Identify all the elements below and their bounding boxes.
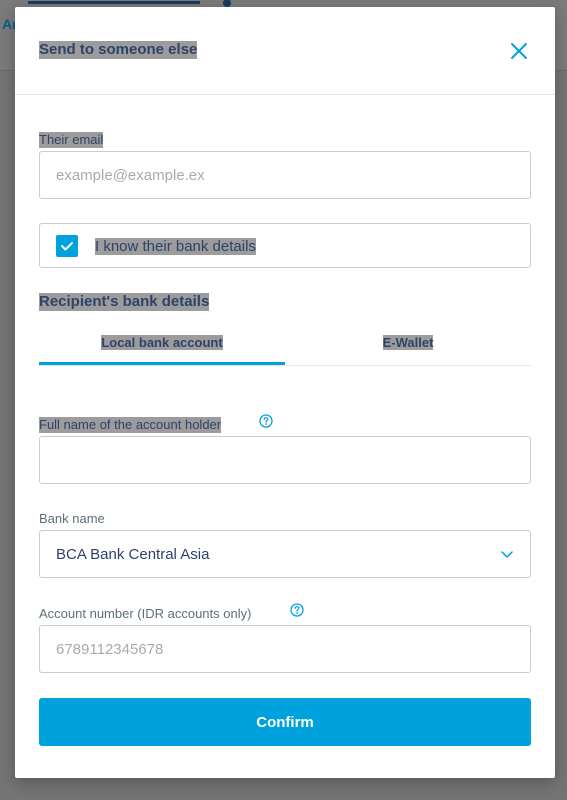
progress-dot bbox=[223, 0, 231, 7]
bank-type-tabs: Local bank account E-Wallet bbox=[39, 334, 531, 366]
confirm-button[interactable]: Confirm bbox=[39, 698, 531, 746]
account-number-label: Account number (IDR accounts only) bbox=[39, 606, 252, 621]
email-label: Their email bbox=[39, 132, 104, 148]
progress-bar bbox=[28, 0, 231, 7]
recipient-section-title: Recipient's bank details bbox=[39, 293, 210, 311]
account-number-field[interactable] bbox=[40, 626, 530, 672]
account-number-help[interactable] bbox=[290, 603, 304, 617]
account-number-field-wrapper bbox=[39, 625, 531, 673]
modal-header: Send to someone else bbox=[15, 7, 555, 95]
email-field-wrapper bbox=[39, 151, 531, 199]
question-circle-icon bbox=[290, 603, 304, 617]
send-modal: Send to someone else Their email I know … bbox=[15, 7, 555, 778]
full-name-field[interactable] bbox=[40, 437, 530, 483]
close-icon bbox=[511, 43, 527, 59]
full-name-field-wrapper bbox=[39, 436, 531, 484]
tab-local-bank-account[interactable]: Local bank account bbox=[39, 334, 285, 365]
bank-details-checkbox-label: I know their bank details bbox=[95, 238, 256, 255]
tab-e-wallet[interactable]: E-Wallet bbox=[285, 334, 531, 365]
bank-name-selected: BCA Bank Central Asia bbox=[56, 546, 210, 563]
bank-name-label: Bank name bbox=[39, 511, 105, 526]
close-button[interactable] bbox=[505, 37, 533, 65]
modal-title: Send to someone else bbox=[39, 41, 198, 59]
bank-name-select[interactable]: BCA Bank Central Asia bbox=[39, 530, 531, 578]
checkmark-icon bbox=[61, 242, 73, 251]
full-name-label: Full name of the account holder bbox=[39, 417, 222, 433]
full-name-help[interactable] bbox=[259, 414, 273, 428]
tab-e-wallet-label: E-Wallet bbox=[382, 335, 434, 350]
bank-details-checkbox[interactable] bbox=[56, 235, 78, 257]
email-field[interactable] bbox=[40, 152, 530, 198]
bank-details-checkbox-row[interactable]: I know their bank details bbox=[39, 223, 531, 268]
question-circle-icon bbox=[259, 414, 273, 428]
tab-local-bank-account-label: Local bank account bbox=[101, 335, 223, 350]
chevron-down-icon bbox=[501, 551, 513, 558]
